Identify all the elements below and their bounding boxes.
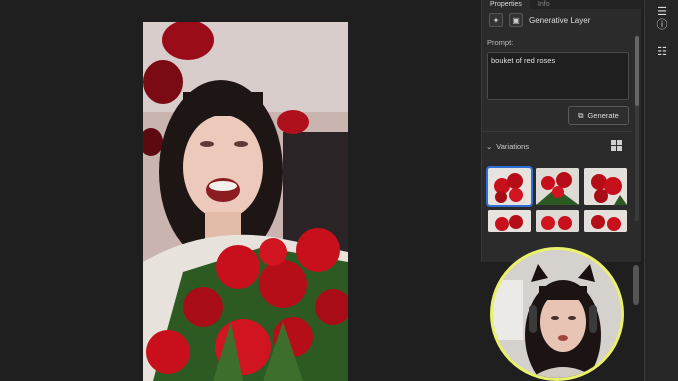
canvas-scrollbar[interactable] [633,265,639,305]
variation-thumb[interactable] [536,168,579,205]
webcam-overlay [490,247,624,381]
prompt-label: Prompt: [487,38,514,47]
layer-row: ✦ ▣ Generative Layer [489,13,590,27]
canvas-image[interactable] [143,22,348,381]
layer-name: Generative Layer [529,15,591,25]
tab-properties[interactable]: Properties [482,0,530,9]
variation-thumb[interactable] [584,210,627,232]
variation-thumb[interactable] [584,168,627,205]
variation-thumb[interactable] [486,166,533,207]
generate-label: Generate [587,111,619,120]
generate-icon: ⧉ [578,110,584,120]
layers-person-icon[interactable]: ☷ [651,40,673,62]
variations-label: Variations [496,142,530,151]
tab-info[interactable]: Info [530,0,558,9]
chevron-down-icon: ⌄ [486,142,493,151]
panel-tabs: Properties Info [482,0,641,9]
variation-thumb[interactable] [488,210,531,232]
variations-grid [486,166,627,232]
variations-header[interactable]: ⌄ Variations [486,142,529,151]
variation-thumb[interactable] [536,210,579,232]
right-toolbar: ☰ ⓘ ☷ [644,0,678,381]
generate-button[interactable]: ⧉ Generate [568,106,629,125]
divider [482,131,632,132]
grid-view-icon[interactable] [611,140,622,151]
mask-icon: ▣ [509,13,523,27]
properties-panel: Properties Info ✦ ▣ Generative Layer Pro… [481,0,641,262]
panel-scrollbar[interactable] [635,36,639,221]
sparkle-icon: ✦ [489,13,503,27]
prompt-input[interactable]: bouket of red roses [487,52,629,100]
info-icon[interactable]: ⓘ [651,13,673,35]
